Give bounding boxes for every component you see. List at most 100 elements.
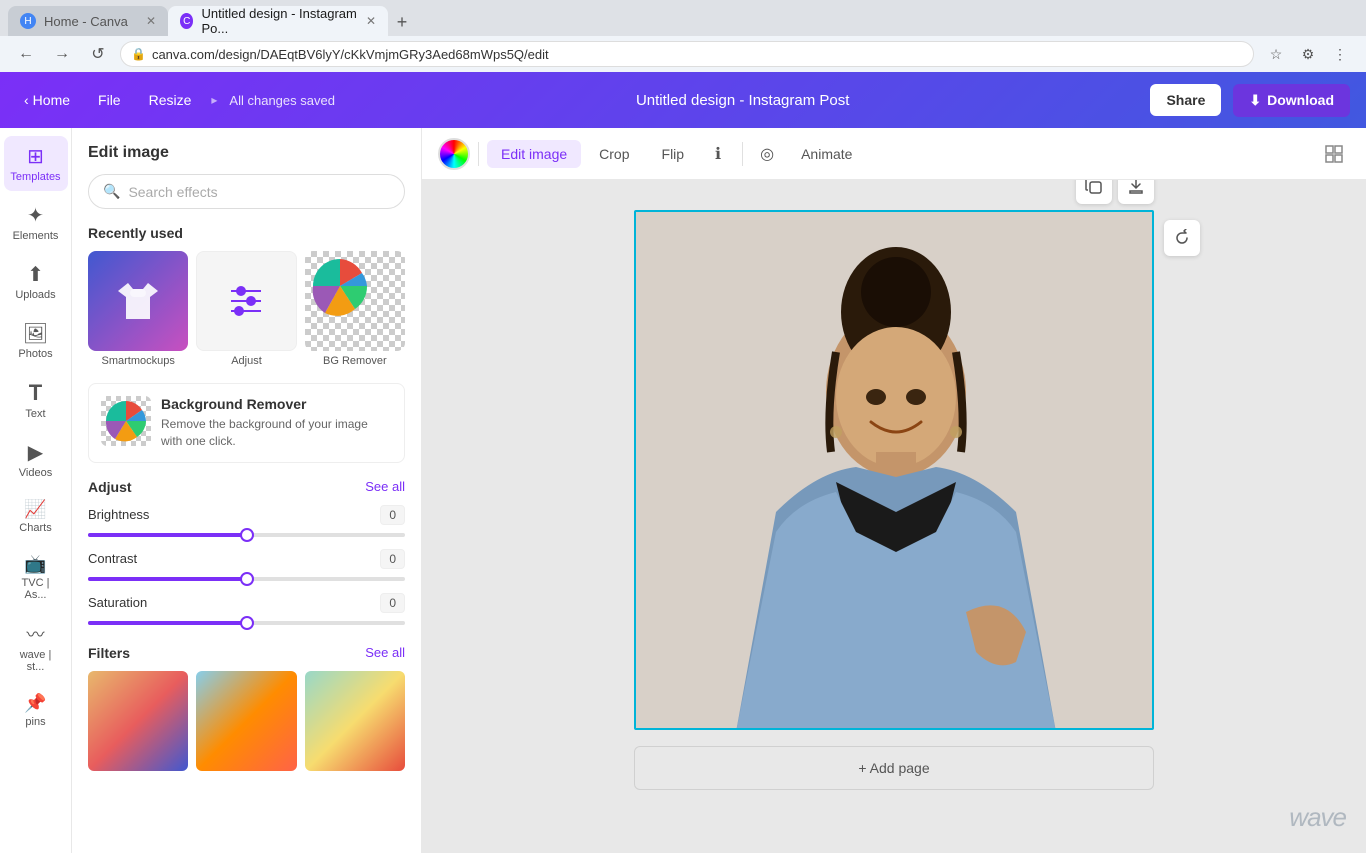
sidebar-item-uploads[interactable]: ⬆ Uploads — [4, 254, 68, 309]
search-box[interactable]: 🔍 — [88, 174, 405, 209]
wave-brand-logo: wave — [1289, 802, 1346, 833]
saturation-slider[interactable] — [88, 621, 405, 625]
design-tab-label: Untitled design - Instagram Po... — [201, 6, 357, 36]
saturation-thumb[interactable] — [240, 616, 254, 630]
bgremover-thumb — [305, 251, 405, 351]
export-icon — [1127, 180, 1145, 195]
edit-image-tab[interactable]: Edit image — [487, 140, 581, 168]
flip-tab[interactable]: Flip — [648, 140, 699, 168]
photos-icon: 🖼 — [23, 321, 48, 346]
text-icon: T — [29, 380, 42, 406]
contrast-thumb[interactable] — [240, 572, 254, 586]
brightness-slider[interactable] — [88, 533, 405, 537]
elements-label: Elements — [13, 230, 59, 242]
bg-remover-feature[interactable]: Background Remover Remove the background… — [88, 383, 405, 463]
sidebar-item-wave[interactable]: 〰 wave | st... — [4, 613, 68, 681]
wave-icon: 〰 — [27, 621, 45, 647]
design-tab-close[interactable]: ✕ — [366, 14, 376, 28]
edit-panel: Edit image 🔍 Recently used — [72, 128, 422, 853]
info-button[interactable]: ℹ — [702, 138, 734, 170]
sidebar-item-elements[interactable]: ✦ Elements — [4, 195, 68, 250]
browser-tab-design[interactable]: C Untitled design - Instagram Po... ✕ — [168, 6, 388, 36]
animate-tab[interactable]: Animate — [787, 140, 866, 168]
menu-icon[interactable]: ⋮ — [1326, 40, 1354, 68]
browser-toolbar-actions: ☆ ⚙ ⋮ — [1262, 40, 1354, 68]
saturation-fill — [88, 621, 247, 625]
tvc-label: TVC | As... — [10, 577, 62, 601]
forward-button[interactable]: → — [48, 40, 76, 68]
recently-used-title: Recently used — [88, 225, 183, 241]
cursor-indicator: ▸ — [211, 93, 217, 107]
color-palette-button[interactable] — [438, 138, 470, 170]
sidebar-item-photos[interactable]: 🖼 Photos — [4, 313, 68, 368]
filter-item-3[interactable] — [305, 671, 405, 771]
browser-tabs: H Home - Canva ✕ C Untitled design - Ins… — [0, 0, 1366, 36]
sidebar: ⊞ Templates ✦ Elements ⬆ Uploads 🖼 Photo… — [0, 128, 72, 853]
contrast-value: 0 — [380, 549, 405, 569]
saturation-label: Saturation — [88, 595, 147, 610]
add-page-button[interactable]: + Add page — [634, 746, 1154, 790]
crop-tab[interactable]: Crop — [585, 140, 643, 168]
sidebar-item-pins[interactable]: 📌 pins — [4, 685, 68, 736]
file-menu-button[interactable]: File — [90, 88, 129, 112]
main-area: Edit image Crop Flip ℹ ◎ Animate — [422, 128, 1366, 853]
extension-icon[interactable]: ⚙ — [1294, 40, 1322, 68]
bg-remover-pie — [101, 396, 151, 446]
contrast-slider[interactable] — [88, 577, 405, 581]
filters-section: Filters See all — [88, 645, 405, 771]
tvc-icon: 📺 — [24, 554, 46, 575]
adjust-see-all[interactable]: See all — [365, 479, 405, 494]
address-text: canva.com/design/DAEqtBV6lyY/cKkVmjmGRy3… — [152, 47, 549, 62]
resize-button[interactable]: Resize — [141, 88, 200, 112]
address-bar[interactable]: 🔒 canva.com/design/DAEqtBV6lyY/cKkVmjmGR… — [120, 41, 1254, 67]
brightness-thumb[interactable] — [240, 528, 254, 542]
saturation-value: 0 — [380, 593, 405, 613]
toolbar-separator-2 — [742, 142, 743, 166]
pins-icon: 📌 — [24, 693, 46, 714]
filters-title: Filters — [88, 645, 130, 661]
home-tab-close[interactable]: ✕ — [146, 14, 156, 28]
search-input[interactable] — [128, 184, 390, 200]
canvas-image[interactable] — [634, 210, 1154, 730]
saturation-row: Saturation 0 — [88, 593, 405, 625]
sidebar-item-templates[interactable]: ⊞ Templates — [4, 136, 68, 191]
bg-remover-info: Background Remover Remove the background… — [161, 396, 392, 450]
back-button[interactable]: ← — [12, 40, 40, 68]
recent-item-bgremover[interactable]: BG Remover — [305, 251, 405, 367]
animate-button[interactable]: ◎ — [751, 138, 783, 170]
filter-thumb-3 — [305, 671, 405, 771]
rotate-icon — [1173, 229, 1191, 247]
share-button[interactable]: Share — [1150, 84, 1221, 116]
grid-view-button[interactable] — [1318, 138, 1350, 170]
sidebar-item-videos[interactable]: ▶ Videos — [4, 432, 68, 487]
filters-see-all[interactable]: See all — [365, 645, 405, 660]
new-tab-button[interactable]: + — [388, 8, 416, 36]
filter-item-2[interactable] — [196, 671, 296, 771]
recent-item-adjust[interactable]: Adjust — [196, 251, 296, 367]
bg-remover-title: Background Remover — [161, 396, 392, 412]
home-favicon: H — [20, 13, 36, 29]
adjust-header: Adjust See all — [88, 479, 405, 495]
app: ‹ Home File Resize ▸ All changes saved U… — [0, 72, 1366, 853]
photos-label: Photos — [18, 348, 52, 360]
home-nav-button[interactable]: ‹ Home — [16, 88, 78, 112]
sidebar-item-charts[interactable]: 📈 Charts — [4, 491, 68, 542]
contrast-header: Contrast 0 — [88, 549, 405, 569]
panel-title: Edit image — [88, 144, 405, 162]
download-button[interactable]: ⬇ Download — [1233, 84, 1350, 117]
export-button[interactable] — [1118, 180, 1154, 204]
recent-item-smartmockups[interactable]: Smartmockups — [88, 251, 188, 367]
document-title[interactable]: Untitled design - Instagram Post — [347, 92, 1139, 109]
refresh-button[interactable]: ↺ — [84, 40, 112, 68]
browser-tab-home[interactable]: H Home - Canva ✕ — [8, 6, 168, 36]
toolbar-separator-1 — [478, 142, 479, 166]
sidebar-item-text[interactable]: T Text — [4, 372, 68, 428]
rotate-button[interactable] — [1164, 220, 1200, 256]
sidebar-item-tvc[interactable]: 📺 TVC | As... — [4, 546, 68, 609]
copy-button[interactable] — [1076, 180, 1112, 204]
bgremover-label: BG Remover — [323, 355, 387, 367]
bookmark-icon[interactable]: ☆ — [1262, 40, 1290, 68]
charts-icon: 📈 — [24, 499, 46, 520]
brightness-value: 0 — [380, 505, 405, 525]
filter-item-1[interactable] — [88, 671, 188, 771]
